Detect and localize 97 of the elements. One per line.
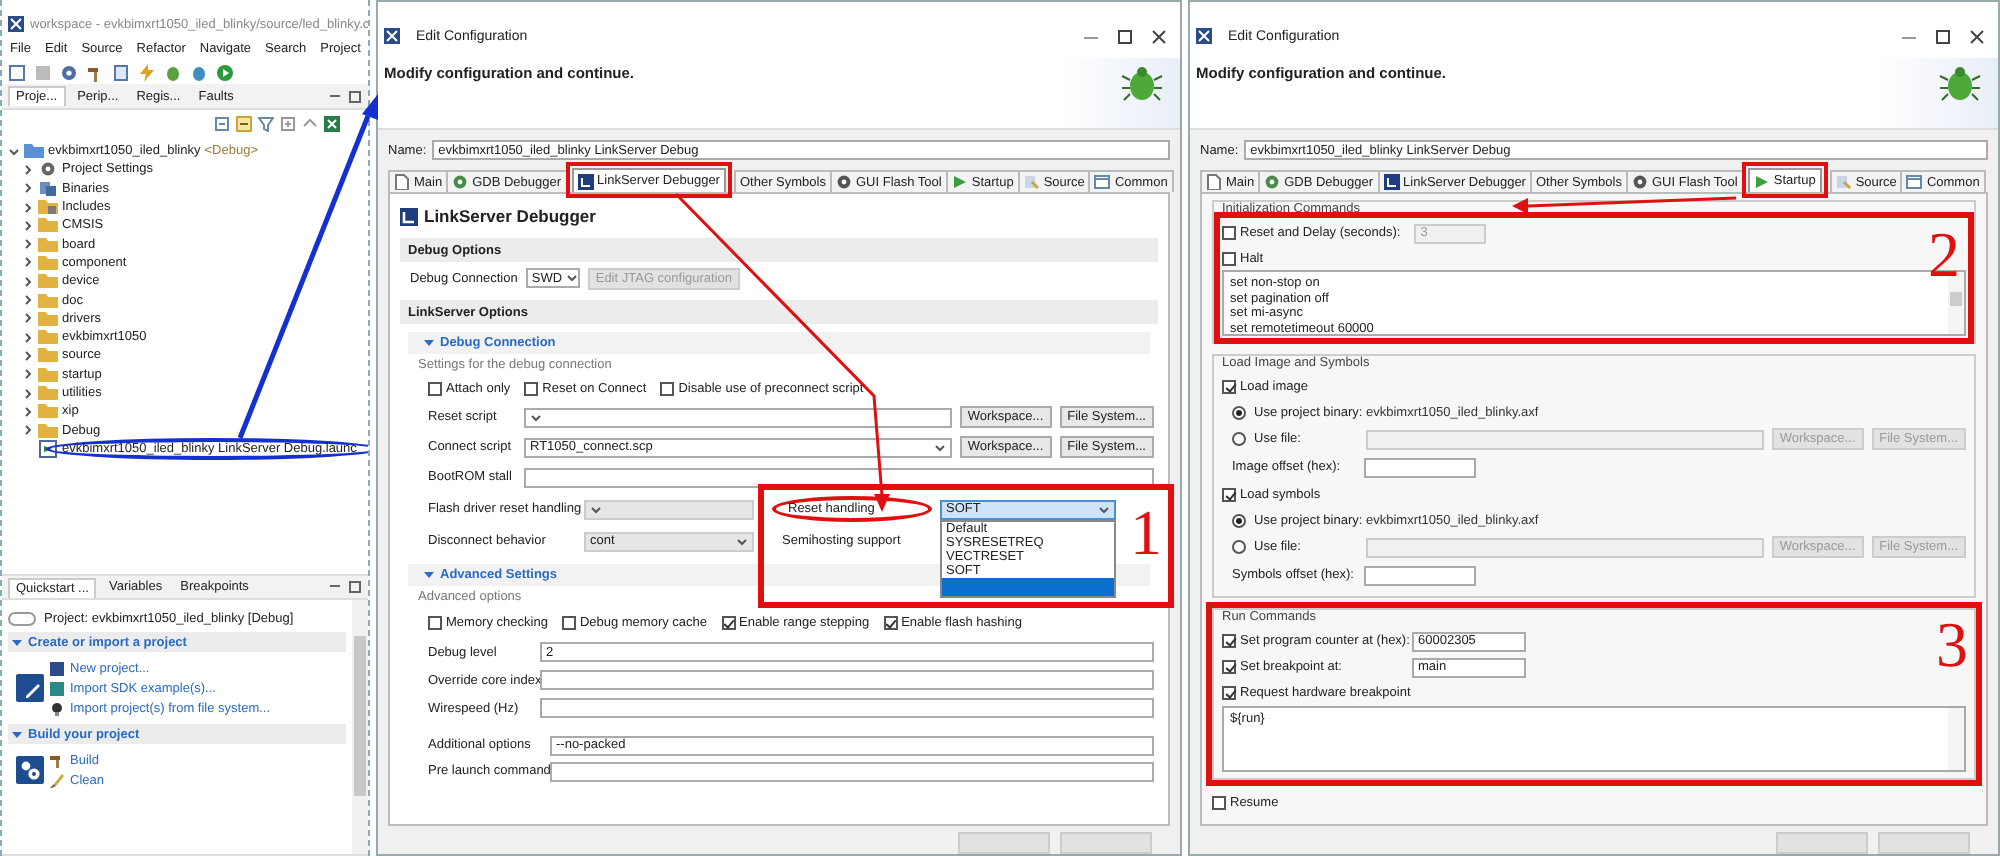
chevron-right-icon[interactable] bbox=[22, 182, 34, 195]
close-icon[interactable] bbox=[1150, 27, 1168, 45]
checkbox[interactable] bbox=[561, 615, 576, 629]
maximize-icon[interactable] bbox=[1116, 27, 1134, 45]
chevron-right-icon[interactable] bbox=[22, 387, 34, 399]
maximize-icon[interactable] bbox=[348, 580, 362, 594]
radio-button[interactable] bbox=[1232, 406, 1246, 420]
scrollbar[interactable] bbox=[1948, 708, 1964, 770]
chevron-right-icon[interactable] bbox=[22, 275, 34, 288]
app-icon bbox=[8, 16, 24, 32]
checkbox[interactable] bbox=[721, 615, 736, 629]
checkbox[interactable] bbox=[428, 615, 442, 629]
chevron-right-icon[interactable] bbox=[22, 201, 34, 214]
chevron-right-icon[interactable] bbox=[22, 368, 34, 381]
caret-icon bbox=[530, 411, 542, 423]
checkbox[interactable] bbox=[1222, 488, 1236, 502]
scrollbar-thumb[interactable] bbox=[354, 636, 366, 796]
hammer-icon bbox=[50, 753, 64, 767]
ls-logo-icon bbox=[400, 207, 418, 225]
radio-button[interactable] bbox=[1232, 514, 1246, 528]
text-field[interactable] bbox=[1366, 537, 1764, 557]
new-project-icon bbox=[50, 661, 64, 675]
checkbox[interactable] bbox=[1222, 380, 1236, 394]
import-icon bbox=[50, 681, 64, 695]
gear-icon[interactable] bbox=[60, 63, 78, 81]
text-field[interactable] bbox=[524, 467, 1154, 487]
text-field[interactable] bbox=[1364, 457, 1476, 477]
hammer-icon[interactable] bbox=[86, 63, 104, 81]
checkbox[interactable] bbox=[660, 381, 675, 395]
library-icon bbox=[38, 198, 58, 217]
checkbox[interactable] bbox=[883, 615, 898, 629]
maximize-icon[interactable] bbox=[348, 89, 362, 103]
launch-file-icon bbox=[38, 439, 58, 458]
caret-icon bbox=[933, 441, 946, 453]
binary-icon bbox=[38, 179, 58, 198]
collapse-all-icon[interactable] bbox=[214, 115, 230, 131]
close-icon[interactable] bbox=[1968, 27, 1986, 45]
minimize-icon[interactable] bbox=[328, 89, 342, 103]
checkbox[interactable] bbox=[428, 381, 442, 395]
radio-button[interactable] bbox=[1232, 540, 1246, 554]
caret-icon bbox=[1098, 503, 1110, 515]
caret-icon bbox=[566, 272, 579, 284]
scrollbar-thumb[interactable] bbox=[1950, 292, 1962, 306]
text-field[interactable] bbox=[1364, 565, 1476, 585]
gear-icon bbox=[38, 160, 58, 179]
text-field[interactable] bbox=[540, 698, 1154, 718]
text-field[interactable] bbox=[550, 761, 1154, 781]
callout-number: 3 bbox=[1936, 612, 1968, 676]
chevron-right-icon[interactable] bbox=[22, 349, 34, 362]
checkbox[interactable] bbox=[1222, 226, 1236, 240]
chevron-down-icon[interactable] bbox=[8, 145, 20, 158]
brush-icon bbox=[50, 773, 64, 787]
chevron-right-icon[interactable] bbox=[22, 238, 34, 251]
chevron-right-icon[interactable] bbox=[22, 219, 34, 232]
gear-icon bbox=[1631, 174, 1648, 190]
dropdown-option[interactable] bbox=[942, 577, 1114, 595]
gear-icon bbox=[452, 174, 469, 190]
caret-icon bbox=[590, 503, 602, 515]
checkbox[interactable] bbox=[1212, 795, 1226, 809]
chevron-right-icon[interactable] bbox=[22, 424, 34, 437]
gear-icon bbox=[835, 174, 852, 190]
maximize-icon[interactable] bbox=[1934, 27, 1952, 45]
project-folder-icon bbox=[24, 142, 44, 161]
page-heading: LinkServer Debugger bbox=[424, 206, 596, 226]
app-icon[interactable] bbox=[324, 115, 340, 131]
filter-icon[interactable] bbox=[258, 115, 274, 131]
scrollbar[interactable] bbox=[1948, 272, 1964, 334]
chevron-right-icon[interactable] bbox=[22, 331, 34, 344]
radio-button[interactable] bbox=[1232, 432, 1246, 446]
chevron-right-icon[interactable] bbox=[22, 256, 34, 269]
new-file-icon[interactable] bbox=[8, 63, 26, 81]
checkbox[interactable] bbox=[1222, 634, 1236, 648]
text-field[interactable] bbox=[1366, 429, 1764, 449]
caret-icon bbox=[736, 535, 748, 547]
checkbox[interactable] bbox=[1222, 686, 1236, 700]
chevron-right-icon[interactable] bbox=[22, 294, 34, 307]
run-icon[interactable] bbox=[216, 63, 234, 81]
gears-icon bbox=[16, 756, 44, 784]
checkbox[interactable] bbox=[1222, 660, 1236, 674]
app-icon bbox=[384, 28, 400, 44]
pencil-icon bbox=[16, 674, 44, 702]
source-icon bbox=[1835, 174, 1852, 190]
scrollbar[interactable] bbox=[352, 600, 368, 854]
project-badge-icon bbox=[8, 611, 36, 625]
gear-icon bbox=[1264, 174, 1281, 190]
chevron-right-icon[interactable] bbox=[22, 405, 34, 418]
source-icon bbox=[1023, 174, 1040, 190]
app-icon bbox=[1196, 28, 1212, 44]
callout-number: 1 bbox=[1130, 500, 1162, 564]
checkbox[interactable] bbox=[524, 381, 539, 395]
text-field[interactable] bbox=[540, 670, 1154, 690]
document-icon[interactable] bbox=[112, 63, 130, 81]
expand-icon[interactable] bbox=[280, 115, 296, 131]
chevron-right-icon[interactable] bbox=[22, 163, 34, 176]
chevron-right-icon[interactable] bbox=[22, 312, 34, 325]
bulb-icon bbox=[50, 701, 64, 715]
checkbox[interactable] bbox=[1222, 251, 1236, 265]
